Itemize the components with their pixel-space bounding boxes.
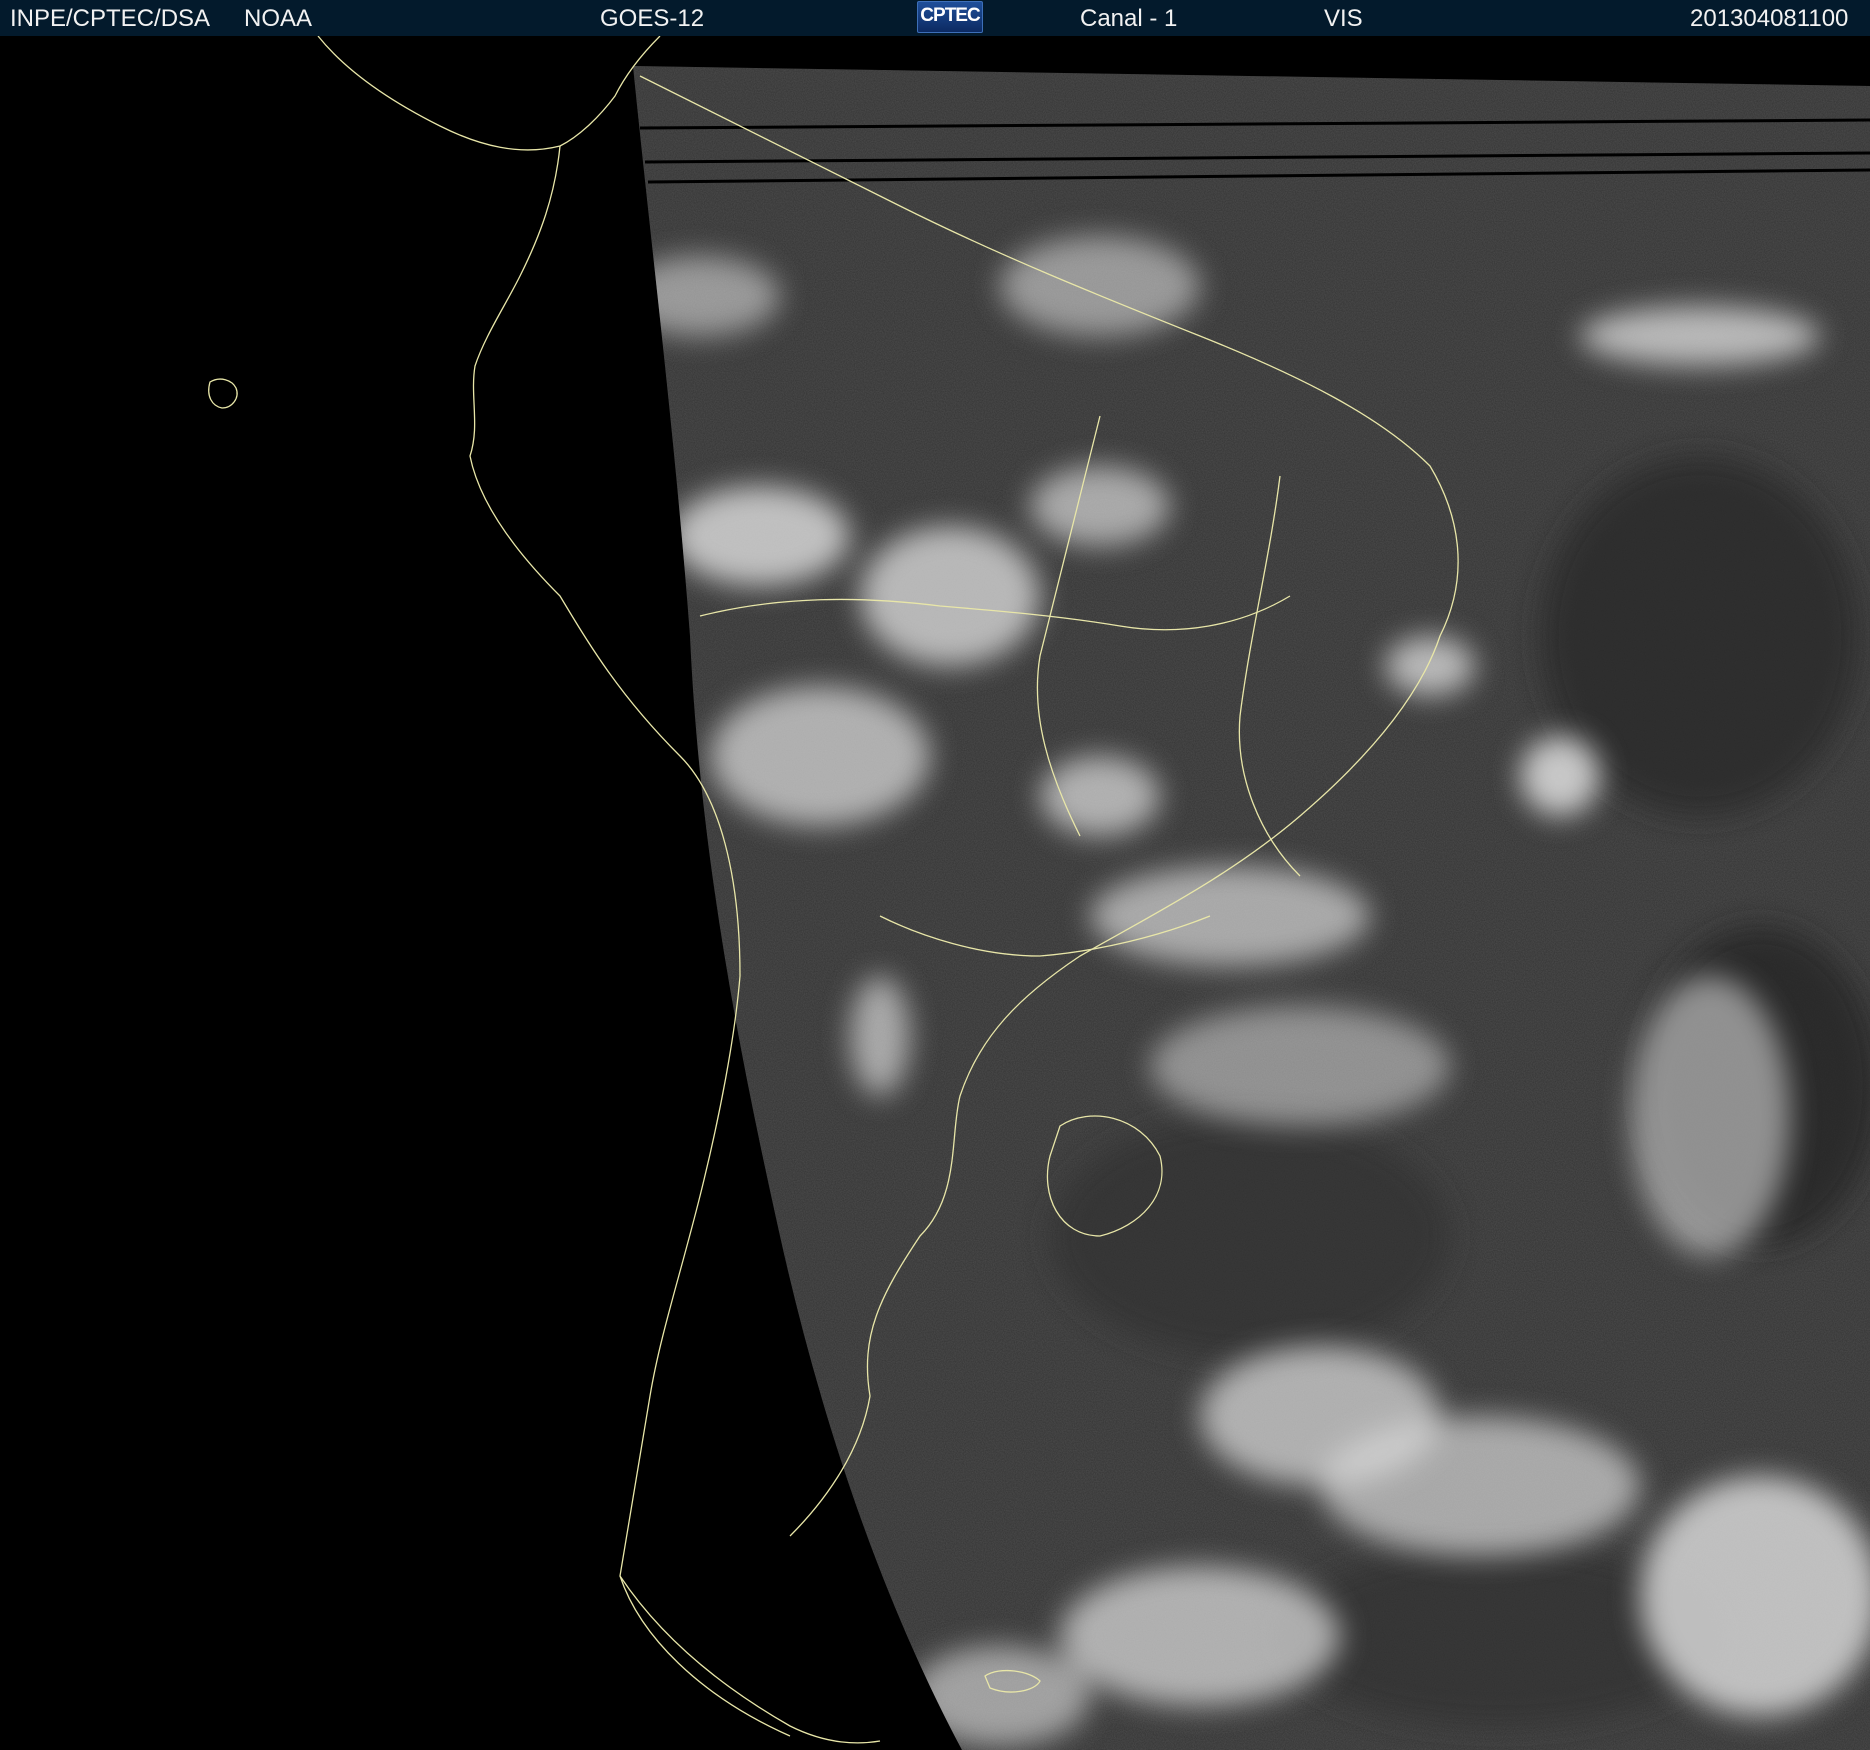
satellite-disk	[633, 66, 1870, 1750]
satellite-image-svg	[208, 36, 1870, 1750]
satellite-map	[0, 36, 1870, 1750]
cptec-logo: CPTEC	[917, 1, 983, 33]
channel-label: Canal - 1	[1080, 5, 1178, 32]
logo-text: CPTEC	[920, 5, 980, 26]
timestamp-label: 201304081100	[1690, 5, 1849, 32]
header-bar: INPE/CPTEC/DSA NOAA GOES-12 CPTEC Canal …	[0, 0, 1870, 37]
agency-label: NOAA	[244, 5, 313, 32]
band-label: VIS	[1324, 5, 1363, 32]
org-label: INPE/CPTEC/DSA	[10, 5, 211, 32]
satellite-label: GOES-12	[600, 5, 705, 32]
